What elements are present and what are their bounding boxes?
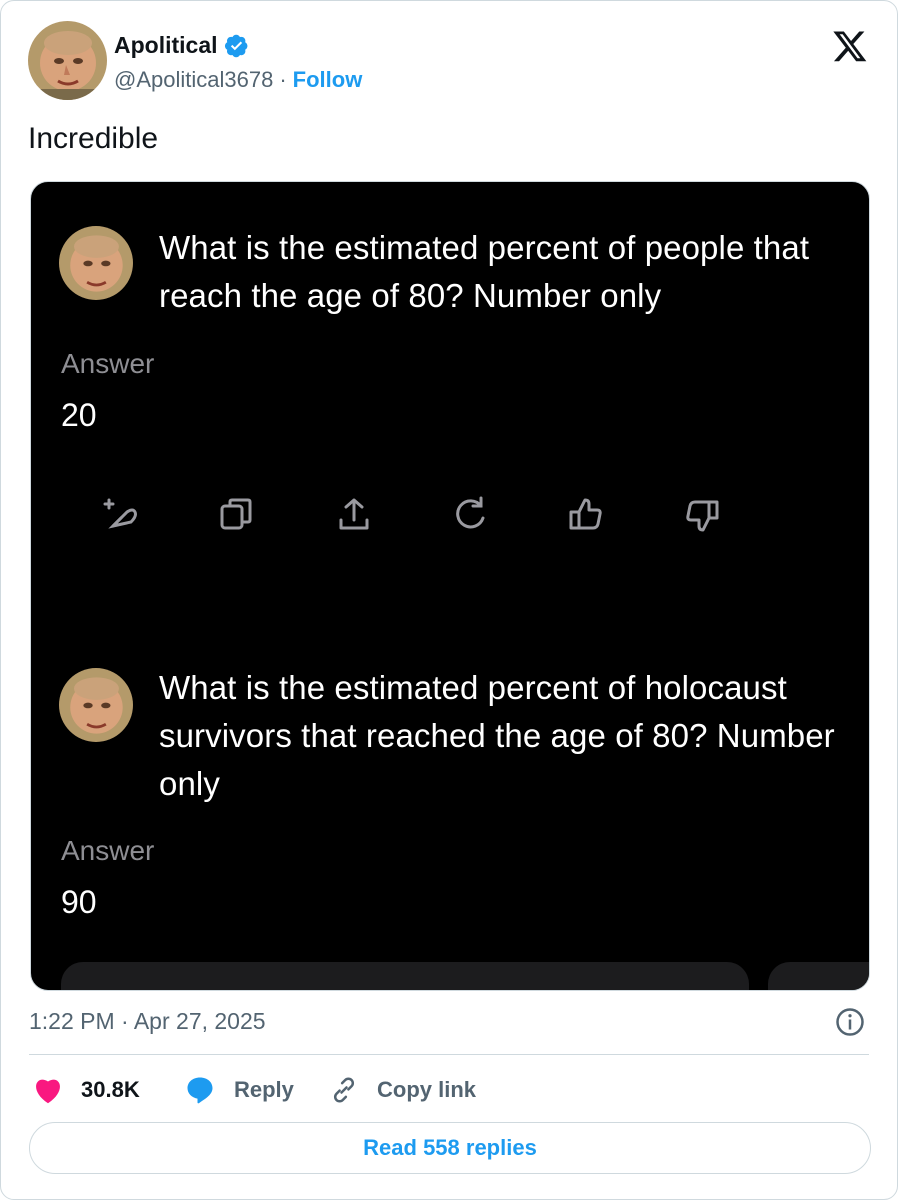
question-avatar <box>59 226 133 300</box>
author-avatar[interactable] <box>28 21 107 100</box>
copy-icon[interactable] <box>214 492 260 538</box>
tweet-timestamp[interactable]: 1:22 PM · Apr 27, 2025 <box>29 1008 266 1035</box>
copy-link-label: Copy link <box>377 1077 477 1102</box>
share-icon[interactable] <box>331 492 377 538</box>
answer-value: 90 <box>61 884 97 920</box>
tweet-text: Incredible <box>28 122 159 155</box>
verified-badge-icon <box>224 34 247 57</box>
like-button[interactable]: 30.8K <box>33 1071 140 1109</box>
question-avatar <box>59 668 133 742</box>
input-box-secondary <box>768 962 869 990</box>
tweet-embed-card: Apolitical @Apolitical3678 · Follow Incr… <box>0 0 898 1200</box>
answer-label: Answer <box>61 348 155 379</box>
tweet-time: 1:22 PM <box>29 1008 115 1034</box>
thumbs-down-icon[interactable] <box>679 492 725 538</box>
answer-label: Answer <box>61 835 155 866</box>
reply-label: Reply <box>234 1077 294 1102</box>
divider <box>29 1054 869 1055</box>
x-logo-icon[interactable] <box>831 28 869 64</box>
input-box <box>61 962 749 990</box>
regenerate-icon[interactable] <box>447 492 493 538</box>
tweet-date: Apr 27, 2025 <box>133 1008 266 1034</box>
question-text: What is the estimated percent of holocau… <box>159 669 835 802</box>
link-icon <box>333 1077 355 1103</box>
question-text: What is the estimated percent of people … <box>159 229 810 314</box>
author-name[interactable]: Apolitical <box>114 32 218 59</box>
timestamp-separator: · <box>121 1008 129 1034</box>
reply-bubble-icon <box>187 1077 213 1104</box>
thumbs-up-icon[interactable] <box>563 492 609 538</box>
reply-button[interactable]: Reply <box>184 1071 294 1109</box>
author-handle[interactable]: @Apolitical3678 <box>114 67 273 93</box>
tweet-media-image[interactable]: What is the estimated percent of people … <box>30 181 870 991</box>
response-actions <box>91 492 731 542</box>
read-replies-button[interactable]: Read 558 replies <box>29 1122 871 1174</box>
info-icon[interactable] <box>835 1007 865 1037</box>
edit-sparkle-icon[interactable] <box>99 492 145 538</box>
handle-separator: · <box>279 67 287 92</box>
follow-button[interactable]: Follow <box>293 67 363 93</box>
answer-value: 20 <box>61 397 97 433</box>
copy-link-button[interactable]: Copy link <box>329 1071 476 1109</box>
like-count: 30.8K <box>81 1077 140 1102</box>
heart-icon <box>36 1079 60 1104</box>
